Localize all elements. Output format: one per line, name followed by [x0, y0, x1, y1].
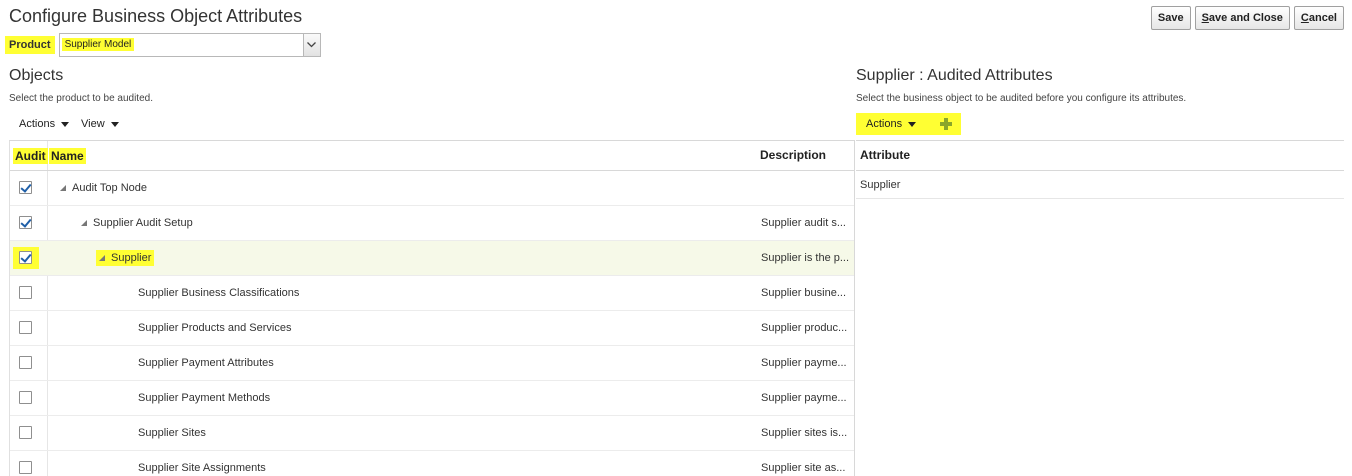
attributes-subtitle: Select the business object to be audited…: [856, 93, 1187, 104]
save-button[interactable]: Save: [1150, 6, 1191, 30]
audit-checkbox[interactable]: [19, 251, 32, 264]
table-row[interactable]: Supplier Products and Services Supplier …: [10, 311, 854, 346]
audit-checkbox[interactable]: [19, 216, 32, 229]
row-description: Supplier produc...: [761, 322, 848, 334]
row-name-text: Supplier Site Assignments: [138, 462, 266, 474]
row-description: Supplier busine...: [761, 287, 846, 299]
row-name-text: Audit Top Node: [72, 182, 148, 194]
table-row[interactable]: Supplier Site Assignments Supplier site …: [10, 451, 854, 476]
expanded-triangle-icon[interactable]: [81, 220, 87, 226]
objects-actions-menu[interactable]: Actions: [19, 118, 70, 130]
row-name-text: Supplier Audit Setup: [93, 217, 193, 229]
save-close-accesskey: S: [1201, 12, 1209, 24]
tree-node-name: Supplier: [96, 250, 155, 266]
product-select[interactable]: Supplier Model: [58, 33, 321, 57]
page-title: Configure Business Object Attributes: [9, 6, 303, 26]
caret-down-icon: [61, 121, 70, 127]
product-select-value: Supplier Model: [61, 38, 135, 51]
expanded-triangle-icon[interactable]: [60, 185, 66, 191]
cancel-label: ancel: [1308, 12, 1337, 24]
add-icon[interactable]: [940, 118, 952, 130]
attributes-table-header: Attribute: [856, 141, 1344, 171]
row-description: Supplier payme...: [761, 357, 847, 369]
row-name-text: Supplier Payment Methods: [138, 392, 271, 404]
objects-view-label: View: [81, 118, 105, 130]
top-button-bar: Save Save and Close Cancel: [1150, 6, 1344, 30]
column-header-audit[interactable]: Audit: [13, 148, 48, 164]
row-description: Supplier is the p...: [761, 252, 850, 264]
attribute-name: Supplier: [860, 179, 901, 191]
attributes-title: Supplier : Audited Attributes: [856, 67, 1053, 84]
tree-node-name: Audit Top Node: [60, 182, 147, 194]
row-name-text: Supplier: [111, 252, 152, 264]
audit-checkbox[interactable]: [19, 461, 32, 474]
product-label: Product: [5, 36, 55, 54]
row-description: Supplier sites is...: [761, 427, 848, 439]
objects-subtitle: Select the product to be audited.: [9, 93, 153, 104]
column-header-name[interactable]: Name: [49, 148, 86, 164]
save-and-close-button[interactable]: Save and Close: [1194, 6, 1290, 30]
caret-down-icon: [110, 121, 119, 127]
row-name-text: Supplier Payment Attributes: [138, 357, 274, 369]
table-row-selected[interactable]: Supplier Supplier is the p...: [10, 241, 854, 276]
objects-title: Objects: [9, 67, 64, 84]
row-name-text: Supplier Business Classifications: [138, 287, 300, 299]
attributes-table: Attribute Supplier: [856, 140, 1344, 199]
caret-down-icon: [908, 121, 917, 127]
cancel-accesskey: C: [1300, 12, 1309, 24]
save-button-label: Save: [1157, 12, 1184, 24]
audit-checkbox[interactable]: [19, 286, 32, 299]
column-header-description[interactable]: Description: [760, 148, 826, 162]
row-name-text: Supplier Sites: [138, 427, 206, 439]
attributes-actions-label: Actions: [866, 118, 903, 130]
table-row[interactable]: Supplier: [856, 171, 1344, 199]
table-row[interactable]: Supplier Payment Methods Supplier payme.…: [10, 381, 854, 416]
audit-checkbox[interactable]: [19, 356, 32, 369]
objects-table-header: Audit Name Description: [10, 141, 854, 171]
objects-actions-label: Actions: [19, 118, 56, 130]
objects-table: Audit Name Description Audit Top Node Su…: [9, 140, 855, 476]
objects-view-menu[interactable]: View: [81, 118, 119, 130]
table-row[interactable]: Supplier Audit Setup Supplier audit s...: [10, 206, 854, 241]
chevron-down-icon[interactable]: [302, 34, 320, 56]
audit-checkbox[interactable]: [19, 426, 32, 439]
audit-checkbox[interactable]: [19, 181, 32, 194]
tree-node-name: Supplier Audit Setup: [81, 217, 193, 229]
save-close-label: ave and Close: [1208, 12, 1283, 24]
audit-checkbox[interactable]: [19, 391, 32, 404]
column-header-attribute[interactable]: Attribute: [860, 148, 910, 162]
product-row: Product Supplier Model: [5, 33, 321, 57]
table-row[interactable]: Audit Top Node: [10, 171, 854, 206]
cancel-button[interactable]: Cancel: [1293, 6, 1344, 30]
row-name-text: Supplier Products and Services: [138, 322, 292, 334]
expanded-triangle-icon[interactable]: [99, 255, 105, 261]
table-row[interactable]: Supplier Payment Attributes Supplier pay…: [10, 346, 854, 381]
table-row[interactable]: Supplier Business Classifications Suppli…: [10, 276, 854, 311]
row-description: Supplier payme...: [761, 392, 847, 404]
row-description: Supplier site as...: [761, 462, 846, 474]
row-description: Supplier audit s...: [761, 217, 846, 229]
table-row[interactable]: Supplier Sites Supplier sites is...: [10, 416, 854, 451]
audit-checkbox[interactable]: [19, 321, 32, 334]
attributes-actions-menu[interactable]: Actions: [866, 118, 917, 130]
